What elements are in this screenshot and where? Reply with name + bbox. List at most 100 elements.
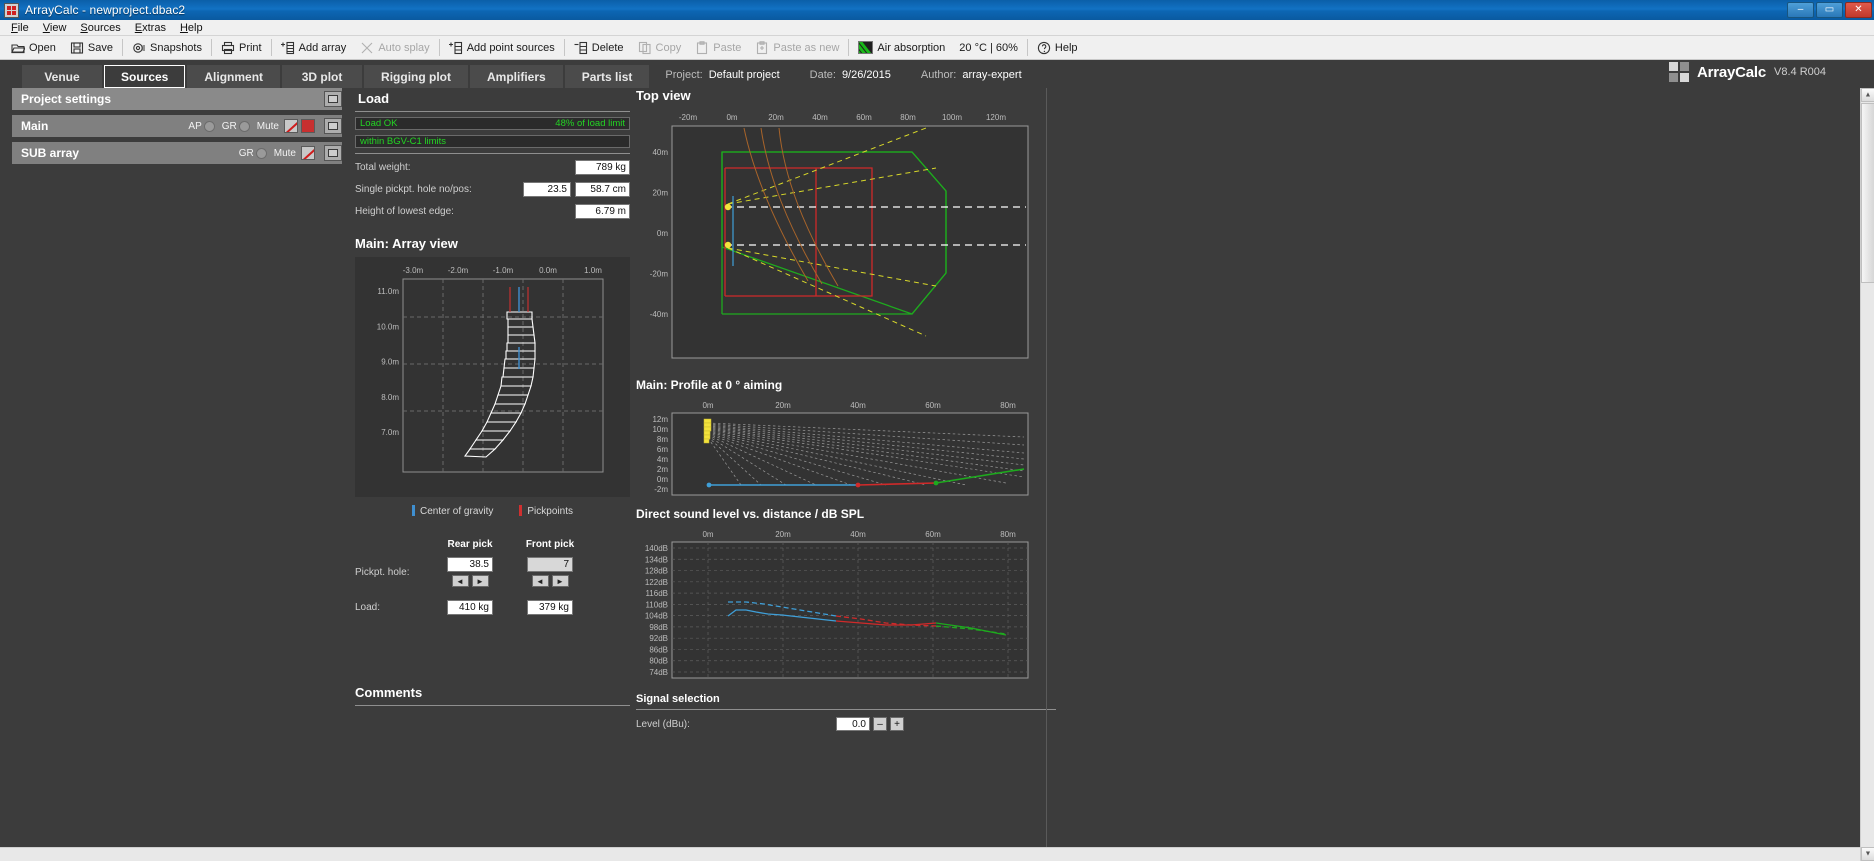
open-window-button[interactable] — [324, 91, 342, 107]
menu-item-help[interactable]: Help — [173, 21, 210, 35]
tab-3d-plot[interactable]: 3D plot — [282, 65, 363, 88]
toolbar-separator — [1026, 39, 1028, 56]
tab-venue[interactable]: Venue — [22, 65, 102, 88]
sidebar-row-main[interactable]: Main AP GR Mute — [12, 115, 342, 137]
sidebar-row-label: Project settings — [21, 92, 112, 106]
open-window-button[interactable] — [324, 145, 342, 161]
axis-tick-label: 20m — [652, 189, 668, 198]
menu-item-file[interactable]: File — [4, 21, 36, 35]
axis-tick-label: 122dB — [645, 578, 668, 587]
axis-tick-label: -1.0m — [493, 266, 514, 275]
tab-rigging-plot[interactable]: Rigging plot — [364, 65, 469, 88]
tab-alignment[interactable]: Alignment — [187, 65, 281, 88]
tab-amplifiers[interactable]: Amplifiers — [470, 65, 563, 88]
mute-button[interactable] — [301, 119, 315, 133]
comments-title: Comments — [355, 685, 423, 700]
array-view-svg: -3.0m -2.0m -1.0m 0.0m 1.0m 11.0m 10.0m 9.0m 8.… — [355, 257, 630, 497]
gr-knob[interactable] — [238, 120, 250, 132]
stepper-right-icon[interactable]: ► — [471, 575, 489, 587]
ap-knob[interactable] — [203, 120, 215, 132]
stepper-right-icon[interactable]: ► — [551, 575, 569, 587]
toolbar-add-array-button[interactable]: Add array — [274, 37, 354, 59]
load-divider — [355, 153, 630, 154]
axis-tick-label: 104dB — [645, 612, 668, 621]
mute-label: Mute — [273, 147, 296, 159]
axis-tick-label: 10.0m — [377, 322, 400, 331]
toolbar-snapshots-button[interactable]: Snapshots — [125, 37, 209, 59]
pickpoint-hole-rear-input[interactable]: 38.5 — [447, 557, 493, 572]
sidebar-row-sub-array[interactable]: SUB array GR Mute — [12, 142, 342, 164]
tab-parts-list[interactable]: Parts list — [564, 65, 650, 88]
mute-button[interactable] — [301, 146, 315, 160]
axis-tick-label: 134dB — [645, 555, 668, 564]
tab-label: Venue — [44, 69, 80, 84]
pickpoint-load-row: Load: 410 kg 379 kg — [355, 600, 630, 615]
tool-bar: Open Save Snapshots Print Add array Auto spla… — [0, 36, 1874, 60]
pickpoint-hole-rear-stepper[interactable]: ◄ ► — [451, 575, 489, 587]
axis-tick-label: 0m — [657, 229, 668, 238]
toolbar-help-button[interactable]: Help — [1030, 37, 1085, 59]
level-decrement-button[interactable]: – — [873, 717, 887, 731]
toolbar-delete-button[interactable]: Delete — [567, 37, 631, 59]
axis-tick-label: 116dB — [645, 589, 668, 598]
mute-button[interactable] — [284, 119, 298, 133]
app-icon — [4, 2, 19, 18]
toolbar-save-button[interactable]: Save — [63, 37, 120, 59]
gr-knob[interactable] — [255, 147, 267, 159]
delete-icon — [574, 41, 588, 55]
axis-tick-label: 80m — [900, 113, 916, 122]
scroll-up-arrow-icon[interactable]: ▲ — [1861, 88, 1874, 102]
stepper-left-icon[interactable]: ◄ — [531, 575, 549, 587]
stepper-left-icon[interactable]: ◄ — [451, 575, 469, 587]
date-value: 9/26/2015 — [841, 68, 891, 81]
window-controls: – ▭ ✕ — [1787, 2, 1872, 18]
toolbar-add-point-sources-button[interactable]: Add point sources — [442, 37, 562, 59]
toolbar-air-absorption-button[interactable]: Air absorption — [851, 37, 952, 59]
maximize-button[interactable]: ▭ — [1816, 2, 1843, 18]
axis-tick-label: 10m — [652, 425, 668, 434]
toolbar-copy-label: Copy — [655, 41, 682, 54]
pickpoint-hole-front-input[interactable]: 7 — [527, 557, 573, 572]
pickpoint-hole-front-stepper[interactable]: ◄ ► — [531, 575, 569, 587]
load-status-ok: Load OK 48% of load limit — [355, 117, 630, 130]
load-row-secondary-input[interactable]: 23.5 — [523, 181, 571, 197]
gr-label: GR — [238, 147, 254, 159]
project-info: Project: Default project Date: 9/26/2015… — [665, 61, 1045, 88]
scroll-down-arrow-icon[interactable]: ▼ — [1861, 847, 1874, 861]
axis-tick-label: 140dB — [645, 544, 668, 553]
vertical-scrollbar[interactable]: ▲ ▼ — [1860, 88, 1874, 861]
toolbar-print-button[interactable]: Print — [214, 37, 269, 59]
tab-sources[interactable]: Sources — [104, 65, 186, 88]
axis-tick-label: 60m — [925, 530, 941, 539]
level-input[interactable]: 0.0 — [836, 717, 870, 731]
profile-view-chart[interactable]: 0m 20m 40m 60m 80m 12m10m8m6m4m2m0m-2m — [636, 395, 1036, 503]
maximize-icon: ▭ — [1824, 4, 1835, 15]
close-button[interactable]: ✕ — [1845, 2, 1872, 18]
open-window-button[interactable] — [324, 118, 342, 134]
menu-item-sources[interactable]: Sources — [73, 21, 127, 35]
level-increment-button[interactable]: + — [890, 717, 904, 731]
axis-tick-label: 40m — [850, 530, 866, 539]
menu-item-view[interactable]: View — [36, 21, 74, 35]
vertical-scroll-thumb[interactable] — [1861, 103, 1874, 283]
toolbar-air-absorption-label: Air absorption — [877, 41, 946, 54]
axis-tick-label: 74dB — [649, 668, 668, 677]
copy-icon — [638, 41, 652, 55]
minimize-icon: – — [1797, 4, 1804, 15]
horizontal-scrollbar[interactable] — [0, 847, 1860, 861]
array-view-plot[interactable]: -3.0m -2.0m -1.0m 0.0m 1.0m 11.0m 10.0m 9.0m 8.… — [355, 257, 630, 497]
array-view-title: Main: Array view — [355, 236, 458, 251]
toolbar-open-button[interactable]: Open — [4, 37, 63, 59]
axis-tick-label: 4m — [657, 455, 668, 464]
minimize-button[interactable]: – — [1787, 2, 1814, 18]
axis-tick-label: 40m — [850, 401, 866, 410]
toolbar-separator — [122, 39, 123, 56]
top-view-title: Top view — [636, 88, 691, 103]
pickpoint-hole-label: Pickpt. hole: — [355, 566, 410, 578]
brand-logo: ArrayCalc V8.4 R004 — [1668, 62, 1826, 82]
sidebar-row-project-settings[interactable]: Project settings — [12, 88, 342, 110]
spl-chart[interactable]: 0m 20m 40m 60m 80m 140dB 134dB 128dB 122dB 116dB… — [636, 524, 1036, 684]
top-view-chart[interactable]: -20m 0m 20m 40m 60m 80m 100m 120m 40m 20m 0m -20m -… — [636, 106, 1036, 374]
legend-swatch — [519, 505, 523, 516]
menu-item-extras[interactable]: Extras — [128, 21, 173, 35]
